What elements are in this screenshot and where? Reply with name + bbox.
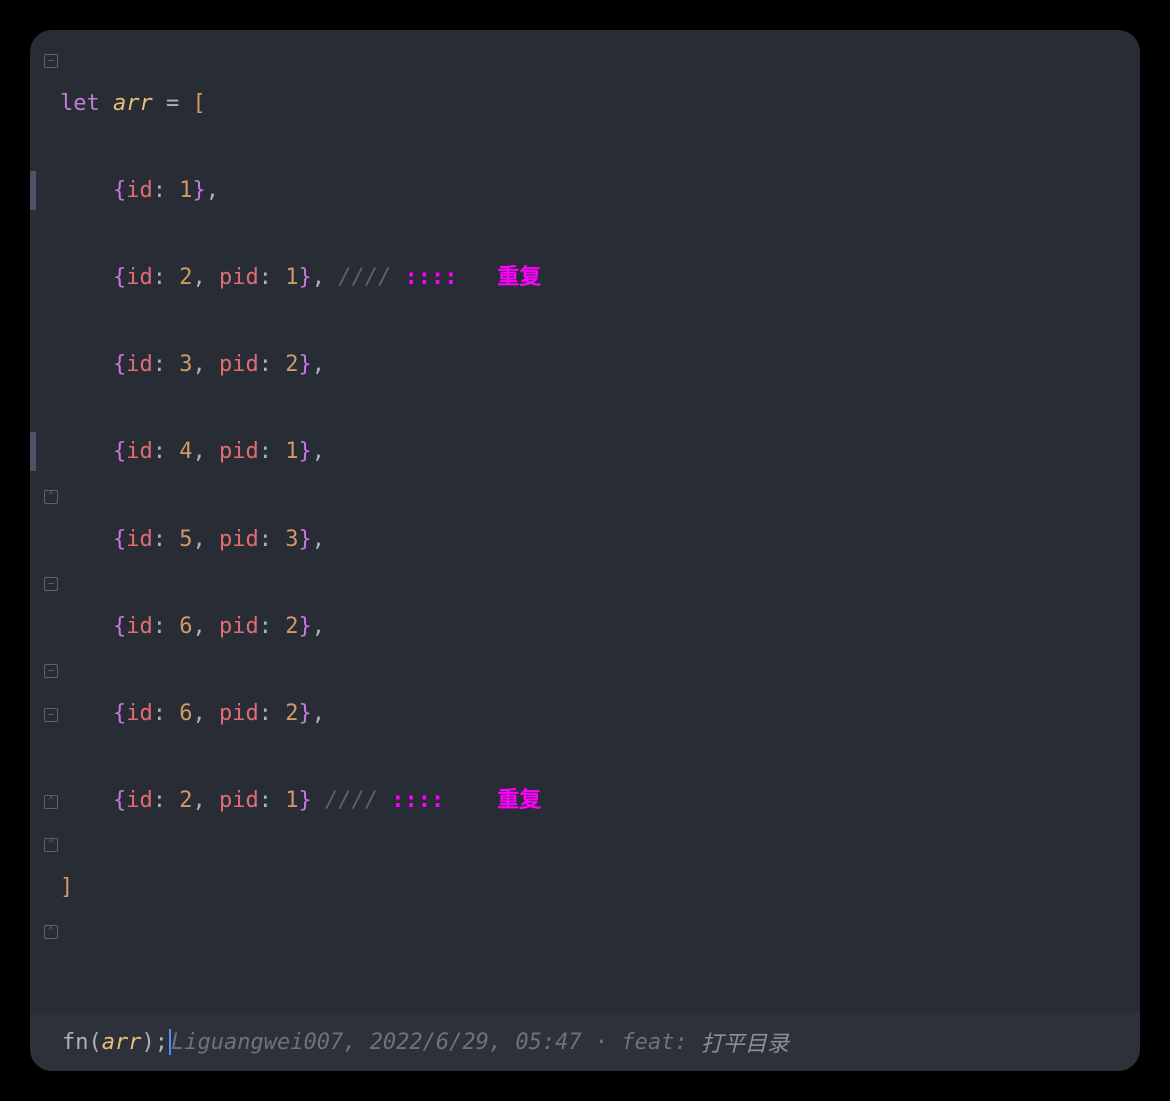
fn-call[interactable]: fn — [62, 1030, 89, 1055]
fold-marker-icon[interactable] — [44, 577, 58, 591]
fold-end-icon[interactable] — [44, 795, 58, 809]
fold-end-icon[interactable] — [44, 838, 58, 852]
code-editor: let arr = [ {id: 1}, {id: 2, pid: 1}, //… — [30, 30, 1140, 1071]
code-line[interactable]: let arr = [ — [60, 82, 1120, 126]
code-line[interactable]: {id: 2, pid: 1}, //// :::: 重复 — [60, 256, 1120, 300]
fold-end-icon[interactable] — [44, 490, 58, 504]
code-line[interactable]: {id: 4, pid: 1}, — [60, 430, 1120, 474]
code-line[interactable]: {id: 2, pid: 1} //// :::: 重复 — [60, 779, 1120, 823]
code-line[interactable]: {id: 5, pid: 3}, — [60, 518, 1120, 562]
code-line[interactable]: {id: 3, pid: 2}, — [60, 343, 1120, 387]
fold-marker-icon[interactable] — [44, 664, 58, 678]
code-line[interactable]: {id: 1}, — [60, 169, 1120, 213]
code-line[interactable]: ] — [60, 866, 1120, 910]
gutter[interactable] — [30, 38, 60, 1013]
fold-end-icon[interactable] — [44, 925, 58, 939]
code-line[interactable] — [60, 953, 1120, 997]
fold-marker-icon[interactable] — [44, 54, 58, 68]
change-marker — [30, 432, 36, 471]
git-blame-annotation: Liguangwei007, 2022/6/29, 05:47 · feat: — [171, 1030, 701, 1055]
code-area[interactable]: let arr = [ {id: 1}, {id: 2, pid: 1}, //… — [30, 30, 1140, 1013]
editor-footer: fn(arr); Liguangwei007, 2022/6/29, 05:47… — [30, 1013, 1140, 1071]
code-content[interactable]: let arr = [ {id: 1}, {id: 2, pid: 1}, //… — [60, 38, 1140, 1013]
code-line[interactable]: {id: 6, pid: 2}, — [60, 605, 1120, 649]
fold-marker-icon[interactable] — [44, 708, 58, 722]
change-marker — [30, 171, 36, 210]
code-line[interactable]: {id: 6, pid: 2}, — [60, 692, 1120, 736]
